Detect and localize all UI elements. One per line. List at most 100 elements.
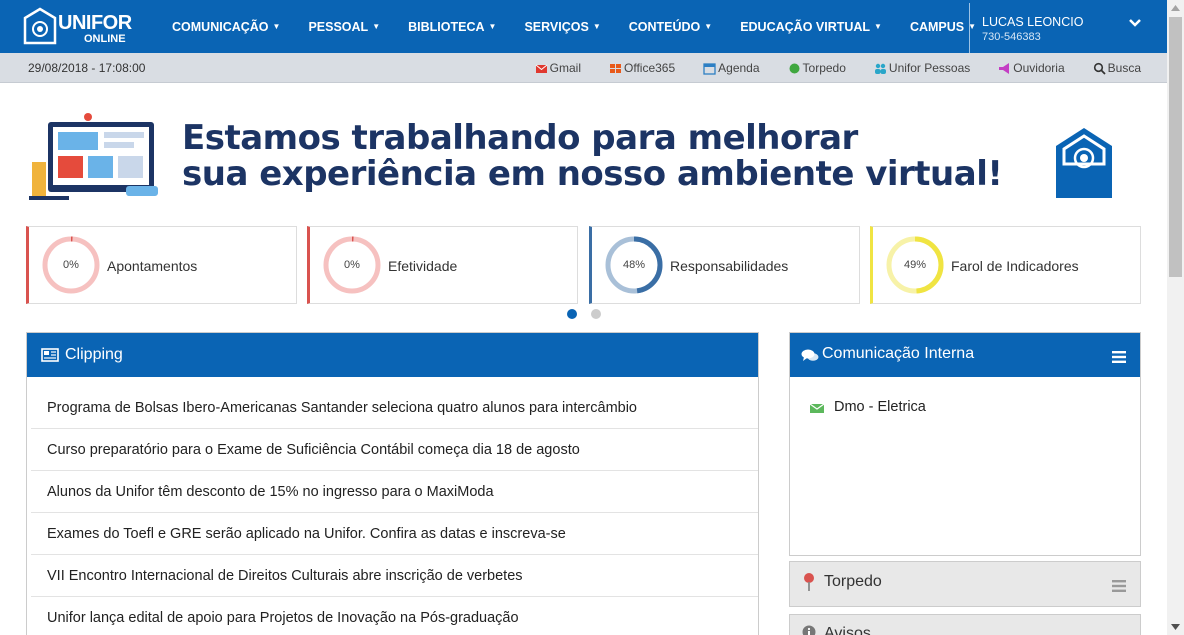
indicator-percent: 49% bbox=[903, 259, 927, 271]
search-icon bbox=[1093, 62, 1106, 75]
menu-icon[interactable] bbox=[1112, 351, 1126, 363]
link-unifor-pessoas[interactable]: Unifor Pessoas bbox=[874, 61, 970, 75]
info-icon bbox=[802, 625, 816, 635]
carousel-dot-1[interactable] bbox=[567, 309, 577, 319]
comments-icon bbox=[801, 349, 819, 361]
nav-label: COMUNICAÇÃO bbox=[172, 19, 269, 34]
comunicacao-interna-panel: Comunicação Interna Dmo - Eletrica bbox=[789, 332, 1141, 556]
unifor-shield-icon bbox=[23, 7, 57, 45]
nav-servicos[interactable]: SERVIÇOS ▼ bbox=[510, 20, 614, 34]
nav-comunicacao[interactable]: COMUNICAÇÃO ▼ bbox=[158, 20, 294, 34]
dot-icon bbox=[789, 63, 800, 73]
link-label: Torpedo bbox=[802, 61, 846, 75]
link-label: Unifor Pessoas bbox=[888, 61, 971, 75]
caret-down-icon: ▼ bbox=[874, 21, 882, 31]
comunicacao-item-label: Dmo - Eletrica bbox=[834, 399, 926, 415]
top-navbar: UNIFOR ONLINE COMUNICAÇÃO ▼ PESSOAL ▼ BIBL… bbox=[0, 0, 1167, 53]
caret-down-icon: ▼ bbox=[592, 21, 601, 31]
indicator-card-responsabilidades[interactable]: 48% Responsabilidades bbox=[589, 226, 860, 304]
clipping-panel: Clipping Programa de Bolsas Ibero-Americ… bbox=[26, 332, 759, 635]
indicator-percent: 48% bbox=[622, 259, 646, 271]
indicator-label: Efetividade bbox=[388, 258, 458, 274]
current-datetime: 29/08/2018 - 17:08:00 bbox=[28, 61, 146, 75]
indicator-percent: 0% bbox=[63, 259, 79, 271]
nav-conteudo[interactable]: CONTEÚDO ▼ bbox=[615, 20, 726, 34]
nav-label: CONTEÚDO bbox=[628, 19, 701, 34]
clipping-item[interactable]: Programa de Bolsas Ibero-Americanas Sant… bbox=[31, 387, 758, 429]
indicator-card-efetividade[interactable]: 0% Efetividade bbox=[307, 226, 578, 304]
pushpin-icon bbox=[804, 573, 814, 591]
torpedo-panel[interactable]: Torpedo bbox=[789, 561, 1141, 607]
quick-links-bar: 29/08/2018 - 17:08:00 Gmail Office365 Ag… bbox=[0, 53, 1167, 83]
link-office365[interactable]: Office365 bbox=[609, 61, 675, 75]
menu-icon[interactable] bbox=[1112, 580, 1126, 592]
user-name: LUCAS LEONCIO bbox=[982, 15, 1084, 29]
indicator-card-apontamentos[interactable]: 0% Apontamentos bbox=[26, 226, 297, 304]
link-label: Office365 bbox=[624, 61, 676, 75]
clipping-header: Clipping bbox=[27, 333, 758, 377]
link-ouvidoria[interactable]: Ouvidoria bbox=[998, 61, 1065, 75]
indicator-label: Apontamentos bbox=[107, 258, 198, 274]
nav-label: PESSOAL bbox=[308, 19, 369, 34]
unifor-badge-icon bbox=[1056, 128, 1112, 198]
quick-links: Gmail Office365 Agenda Torpedo Unifor Pe… bbox=[507, 53, 1141, 83]
comunicacao-header: Comunicação Interna bbox=[790, 333, 1140, 377]
scroll-up-arrow-icon[interactable] bbox=[1167, 0, 1184, 17]
comunicacao-title: Comunicação Interna bbox=[822, 345, 975, 362]
clipping-item[interactable]: Exames do Toefl e GRE serão aplicado na … bbox=[31, 513, 758, 555]
clipping-item[interactable]: Unifor lança edital de apoio para Projet… bbox=[31, 597, 758, 635]
nav-label: BIBLIOTECA bbox=[408, 19, 485, 34]
nav-biblioteca[interactable]: BIBLIOTECA ▼ bbox=[394, 20, 510, 34]
logo-subtitle: ONLINE bbox=[84, 33, 126, 45]
page-scrollbar[interactable] bbox=[1167, 0, 1184, 635]
clipping-item[interactable]: Alunos da Unifor têm desconto de 15% no … bbox=[31, 471, 758, 513]
unifor-logo[interactable]: UNIFOR ONLINE bbox=[22, 7, 142, 47]
calendar-icon bbox=[703, 62, 716, 75]
link-label: Busca bbox=[1107, 61, 1141, 75]
workers-illustration-icon bbox=[29, 113, 158, 200]
nav-pessoal[interactable]: PESSOAL ▼ bbox=[294, 20, 394, 34]
clipping-item[interactable]: Curso preparatório para o Exame de Sufic… bbox=[31, 429, 758, 471]
nav-educacao-virtual[interactable]: EDUCAÇÃO VIRTUAL ▼ bbox=[726, 20, 896, 34]
users-icon bbox=[874, 63, 886, 74]
link-torpedo[interactable]: Torpedo bbox=[788, 61, 846, 75]
indicator-card-farol[interactable]: 49% Farol de Indicadores bbox=[870, 226, 1141, 304]
nav-label: CAMPUS bbox=[909, 19, 965, 34]
indicator-label: Responsabilidades bbox=[670, 258, 789, 274]
envelope-icon bbox=[810, 403, 824, 413]
carousel-dot-2[interactable] bbox=[591, 309, 601, 319]
user-id: 730-546383 bbox=[982, 31, 1041, 43]
user-menu[interactable]: LUCAS LEONCIO 730-546383 bbox=[969, 3, 1167, 53]
newspaper-icon bbox=[41, 348, 59, 362]
link-agenda[interactable]: Agenda bbox=[703, 61, 760, 75]
torpedo-title: Torpedo bbox=[824, 573, 882, 590]
caret-down-icon: ▼ bbox=[488, 21, 497, 31]
link-label: Gmail bbox=[549, 61, 581, 75]
maintenance-banner: Estamos trabalhando para melhorar sua ex… bbox=[26, 108, 1141, 203]
caret-down-icon: ▼ bbox=[704, 21, 713, 31]
scroll-down-arrow-icon[interactable] bbox=[1167, 618, 1184, 635]
envelope-icon bbox=[535, 64, 547, 73]
banner-headline-line2: sua experiência em nosso ambiente virtua… bbox=[182, 154, 1003, 194]
nav-label: SERVIÇOS bbox=[524, 19, 589, 34]
link-busca[interactable]: Busca bbox=[1093, 61, 1141, 75]
scrollbar-thumb[interactable] bbox=[1169, 17, 1182, 277]
clipping-item[interactable]: VII Encontro Internacional de Direitos C… bbox=[31, 555, 758, 597]
link-gmail[interactable]: Gmail bbox=[535, 61, 581, 75]
caret-down-icon: ▼ bbox=[272, 21, 281, 31]
nav-label: EDUCAÇÃO VIRTUAL bbox=[740, 19, 871, 34]
caret-down-icon: ▼ bbox=[372, 21, 381, 31]
clipping-list: Programa de Bolsas Ibero-Americanas Sant… bbox=[31, 387, 758, 635]
link-label: Ouvidoria bbox=[1013, 61, 1065, 75]
banner-headline-line1: Estamos trabalhando para melhorar bbox=[182, 118, 858, 158]
office-icon bbox=[610, 63, 621, 73]
link-label: Agenda bbox=[718, 61, 760, 75]
main-nav: COMUNICAÇÃO ▼ PESSOAL ▼ BIBLIOTECA ▼ SERVIÇ… bbox=[158, 0, 990, 53]
chevron-down-icon[interactable] bbox=[1127, 15, 1143, 31]
indicator-label: Farol de Indicadores bbox=[951, 258, 1079, 274]
clipping-title: Clipping bbox=[65, 346, 123, 363]
avisos-panel[interactable]: Avisos bbox=[789, 614, 1141, 635]
megaphone-icon bbox=[999, 62, 1010, 74]
logo-title: UNIFOR bbox=[58, 12, 132, 34]
indicator-percent: 0% bbox=[344, 259, 360, 271]
